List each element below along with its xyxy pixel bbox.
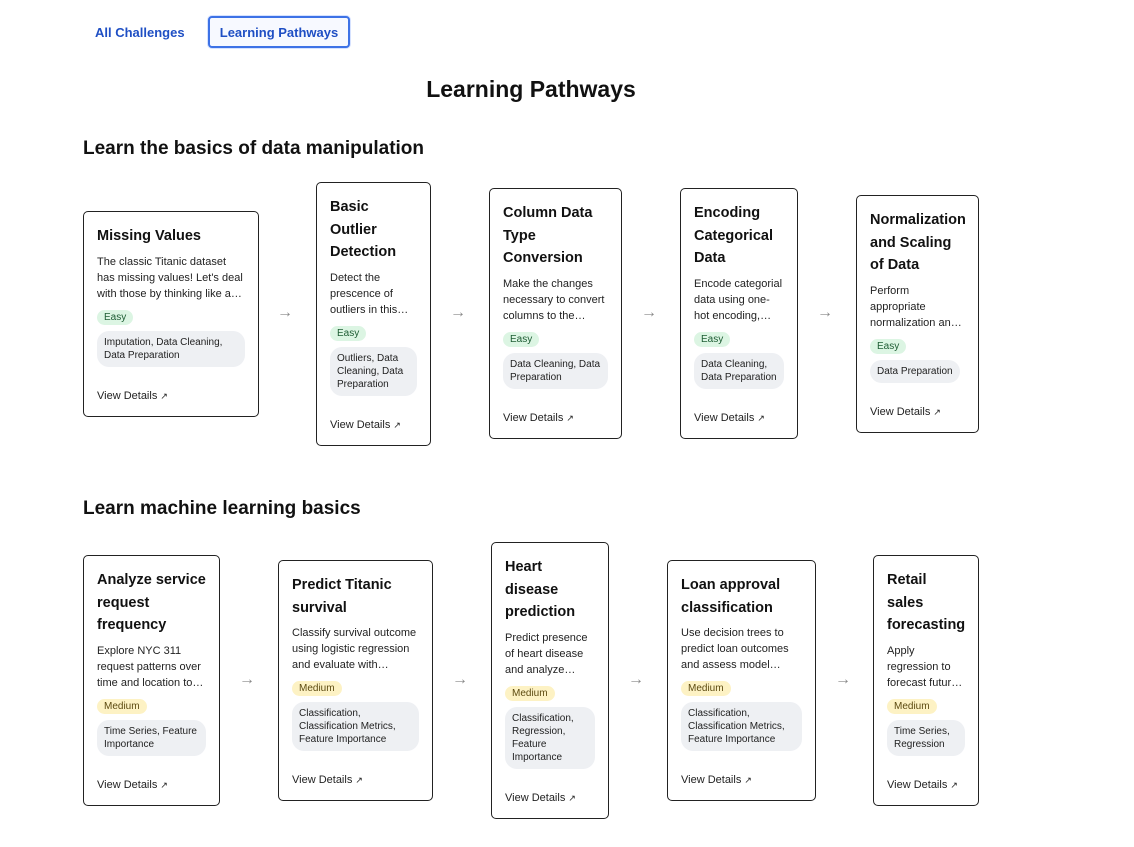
card-title: Retail sales forecasting	[887, 572, 966, 633]
view-details-label: View Details	[292, 774, 353, 786]
card-title: Encoding Categorical Data	[694, 205, 773, 266]
card-title: Normalization and Scaling of Data	[870, 212, 966, 273]
view-details-label: View Details	[505, 792, 566, 804]
tab-all-challenges[interactable]: All Challenges	[95, 25, 185, 40]
card-title: Analyze service request frequency	[97, 572, 206, 633]
tags-pill: Classification, Classification Metrics, …	[292, 702, 419, 751]
card-title: Missing Values	[97, 228, 201, 244]
card-description: Apply regression to forecast future sale…	[887, 644, 958, 689]
view-details-label: View Details	[681, 774, 742, 786]
view-details-label: View Details	[97, 390, 158, 402]
card-title: Predict Titanic survival	[292, 577, 392, 616]
tags-pill: Imputation, Data Cleaning, Data Preparat…	[97, 330, 245, 367]
card-description: Perform appropriate normalization and sc…	[870, 284, 957, 329]
card-title: Heart disease prediction	[505, 559, 576, 620]
card-description: Classify survival outcome using logistic…	[292, 627, 417, 671]
external-link-icon: ↗	[566, 413, 574, 423]
card-description: Explore NYC 311 request patterns over ti…	[97, 644, 201, 689]
tab-learning-pathways[interactable]: Learning Pathways	[208, 16, 350, 48]
view-details-label: View Details	[870, 406, 931, 418]
arrow-right-icon: →	[628, 671, 644, 688]
challenge-card[interactable]: Heart disease prediction Predict presenc…	[491, 542, 609, 819]
challenge-card[interactable]: Loan approval classification Use decisio…	[667, 560, 816, 801]
arrow-right-icon: →	[452, 671, 468, 688]
difficulty-badge: Easy	[870, 338, 907, 354]
tags-pill: Time Series, Feature Importance	[97, 719, 206, 756]
view-details-label: View Details	[330, 419, 391, 431]
tags-pill: Data Cleaning, Data Preparation	[694, 352, 784, 389]
view-details-link[interactable]: View Details ↗	[505, 792, 576, 804]
difficulty-badge: Medium	[97, 698, 147, 714]
tags-pill: Classification, Regression, Feature Impo…	[505, 706, 595, 769]
view-details-label: View Details	[694, 412, 755, 424]
difficulty-badge: Easy	[503, 331, 540, 347]
arrow-right-icon: →	[450, 304, 466, 321]
challenge-card[interactable]: Column Data Type Conversion Make the cha…	[489, 188, 622, 439]
challenge-card[interactable]: Normalization and Scaling of Data Perfor…	[856, 195, 979, 433]
difficulty-badge: Medium	[887, 698, 937, 714]
view-details-label: View Details	[97, 779, 158, 791]
external-link-icon: ↗	[568, 793, 576, 803]
card-description: Make the changes necessary to convert co…	[503, 277, 605, 322]
view-details-label: View Details	[503, 412, 564, 424]
card-description: Encode categorial data using one-hot enc…	[694, 277, 783, 322]
difficulty-badge: Easy	[694, 331, 731, 347]
card-title: Basic Outlier Detection	[330, 199, 397, 260]
challenge-card[interactable]: Predict Titanic survival Classify surviv…	[278, 560, 433, 801]
arrow-right-icon: →	[817, 304, 833, 321]
card-title: Column Data Type Conversion	[503, 205, 593, 266]
external-link-icon: ↗	[757, 413, 765, 423]
external-link-icon: ↗	[933, 407, 941, 417]
arrow-right-icon: →	[835, 671, 851, 688]
difficulty-badge: Medium	[505, 685, 555, 701]
arrow-right-icon: →	[277, 304, 293, 321]
view-details-label: View Details	[887, 779, 948, 791]
card-description: Predict presence of heart disease and an…	[505, 631, 588, 676]
difficulty-badge: Easy	[330, 325, 367, 341]
arrow-right-icon: →	[239, 671, 255, 688]
challenge-card[interactable]: Missing Values The classic Titanic datas…	[83, 211, 259, 417]
difficulty-badge: Medium	[292, 681, 342, 696]
tags-pill: Outliers, Data Cleaning, Data Preparatio…	[330, 346, 417, 396]
difficulty-badge: Easy	[97, 309, 134, 325]
section-title: Learn machine learning basics	[83, 498, 361, 519]
tags-pill: Classification, Classification Metrics, …	[681, 702, 802, 751]
card-description: The classic Titanic dataset has missing …	[97, 255, 243, 300]
external-link-icon: ↗	[950, 780, 958, 790]
section-title: Learn the basics of data manipulation	[83, 138, 425, 159]
challenge-card[interactable]: Encoding Categorical Data Encode categor…	[680, 188, 798, 439]
view-details-link[interactable]: View Details ↗	[330, 419, 401, 431]
card-title: Loan approval classification	[681, 577, 781, 616]
difficulty-badge: Medium	[681, 681, 731, 696]
tags-pill: Data Preparation	[870, 359, 960, 383]
external-link-icon: ↗	[355, 775, 363, 785]
external-link-icon: ↗	[393, 420, 401, 430]
external-link-icon: ↗	[744, 775, 752, 785]
arrow-right-icon: →	[641, 304, 657, 321]
challenge-card[interactable]: Analyze service request frequency Explor…	[83, 555, 220, 806]
challenge-card[interactable]: Basic Outlier Detection Detect the presc…	[316, 182, 431, 446]
external-link-icon: ↗	[160, 391, 168, 401]
page-title: Learning Pathways	[426, 76, 636, 102]
view-details-link[interactable]: View Details ↗	[97, 390, 168, 402]
tags-pill: Time Series, Regression	[887, 719, 965, 756]
view-details-link[interactable]: View Details ↗	[694, 412, 765, 424]
view-details-link[interactable]: View Details ↗	[870, 406, 941, 418]
challenge-card[interactable]: Retail sales forecasting Apply regressio…	[873, 555, 979, 806]
view-details-link[interactable]: View Details ↗	[503, 412, 574, 424]
view-details-link[interactable]: View Details ↗	[292, 774, 363, 786]
card-description: Use decision trees to predict loan outco…	[681, 627, 789, 671]
view-details-link[interactable]: View Details ↗	[97, 779, 168, 791]
view-details-link[interactable]: View Details ↗	[681, 774, 752, 786]
tags-pill: Data Cleaning, Data Preparation	[503, 352, 608, 389]
view-details-link[interactable]: View Details ↗	[887, 779, 958, 791]
external-link-icon: ↗	[160, 780, 168, 790]
card-description: Detect the prescence of outliers in this…	[330, 271, 398, 316]
